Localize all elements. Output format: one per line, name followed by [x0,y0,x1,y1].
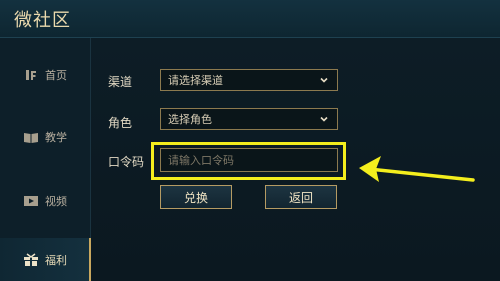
app-title: 微社区 [14,10,71,31]
role-label: 角色 [108,116,133,130]
sidebar: 首页 教学 视频 福利 [0,38,91,281]
channel-select-value: 请选择渠道 [168,74,223,87]
book-icon [24,133,38,143]
sidebar-item-home[interactable]: 首页 [0,50,90,100]
code-input[interactable] [160,148,338,172]
sidebar-item-label: 视频 [45,195,67,208]
channel-label: 渠道 [108,75,133,89]
chevron-down-icon [320,116,328,122]
gift-icon [24,252,38,266]
sidebar-item-label: 教学 [45,131,67,144]
role-select-value: 选择角色 [168,113,212,126]
video-icon [24,196,38,206]
chevron-down-icon [320,77,328,83]
back-button[interactable]: 返回 [265,185,337,209]
sidebar-item-welfare[interactable]: 福利 [0,238,91,281]
sidebar-item-label: 福利 [45,253,67,267]
home-icon [26,70,36,80]
yellow-arrow-annotation [359,156,475,182]
redeem-button[interactable]: 兑换 [160,185,232,209]
sidebar-item-label: 首页 [45,69,67,82]
role-select[interactable]: 选择角色 [160,108,338,130]
app-header: 微社区 [0,0,500,38]
sidebar-item-teaching[interactable]: 教学 [0,112,90,162]
code-label: 口令码 [108,155,145,169]
channel-select[interactable]: 请选择渠道 [160,69,338,91]
sidebar-item-video[interactable]: 视频 [0,176,90,226]
